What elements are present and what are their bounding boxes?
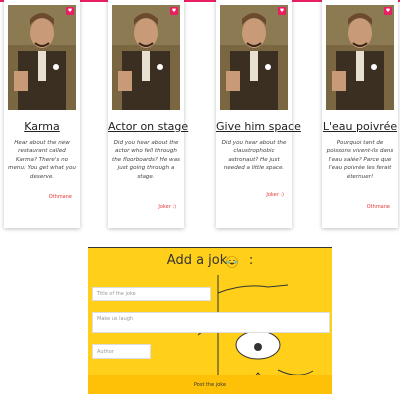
joke-card-eau-poivree: ♥ L'eau poivrée Pourquoi tant de poisson… (322, 0, 398, 228)
card-title[interactable]: Actor on stage (108, 120, 188, 133)
joke-card-actor: ♥ Actor on stage Did you hear about the … (108, 0, 188, 228)
joke-title-input[interactable] (92, 287, 211, 301)
form-title: Add a joke: (88, 253, 332, 268)
form-top-border (88, 247, 332, 248)
form-title-text: Add a joke (166, 253, 235, 268)
card-author: Othmane (48, 194, 72, 200)
card-title[interactable]: Karma (4, 120, 80, 133)
heart-icon[interactable]: ♥ (384, 7, 392, 15)
laughing-man-photo: ♥ (8, 5, 76, 110)
joke-text-input[interactable] (92, 312, 330, 333)
card-author: Joker :) (158, 204, 176, 210)
heart-icon[interactable]: ♥ (278, 7, 286, 15)
laughing-emoji-icon (226, 256, 238, 268)
laughing-man-photo: ♥ (112, 5, 180, 110)
card-text: Did you hear about the claustrophobic as… (221, 140, 287, 172)
post-joke-button[interactable]: Post the joke (88, 375, 332, 394)
form-title-suffix: : (248, 253, 254, 268)
card-text: Did you hear about the actor who fell th… (112, 140, 180, 180)
card-author: Joker :) (266, 192, 284, 198)
joke-card-karma: ♥ Karma Hear about the new restaurant ca… (4, 0, 80, 228)
card-title[interactable]: Give him space (216, 120, 301, 133)
card-title[interactable]: L'eau poivrée (322, 120, 398, 133)
author-input[interactable] (92, 344, 151, 359)
heart-icon[interactable]: ♥ (66, 7, 74, 15)
laughing-man-photo: ♥ (220, 5, 288, 110)
laughing-man-photo: ♥ (326, 5, 394, 110)
card-author: Othmane (366, 204, 390, 210)
add-joke-form: Add a joke: Post the joke (88, 247, 332, 394)
heart-icon[interactable]: ♥ (170, 7, 178, 15)
card-text: Pourquoi tant de poissons vivent-ils dan… (326, 140, 394, 180)
joke-card-space: ♥ Give him space Did you hear about the … (216, 0, 301, 228)
card-text: Hear about the new restaurant called Kar… (8, 140, 76, 180)
